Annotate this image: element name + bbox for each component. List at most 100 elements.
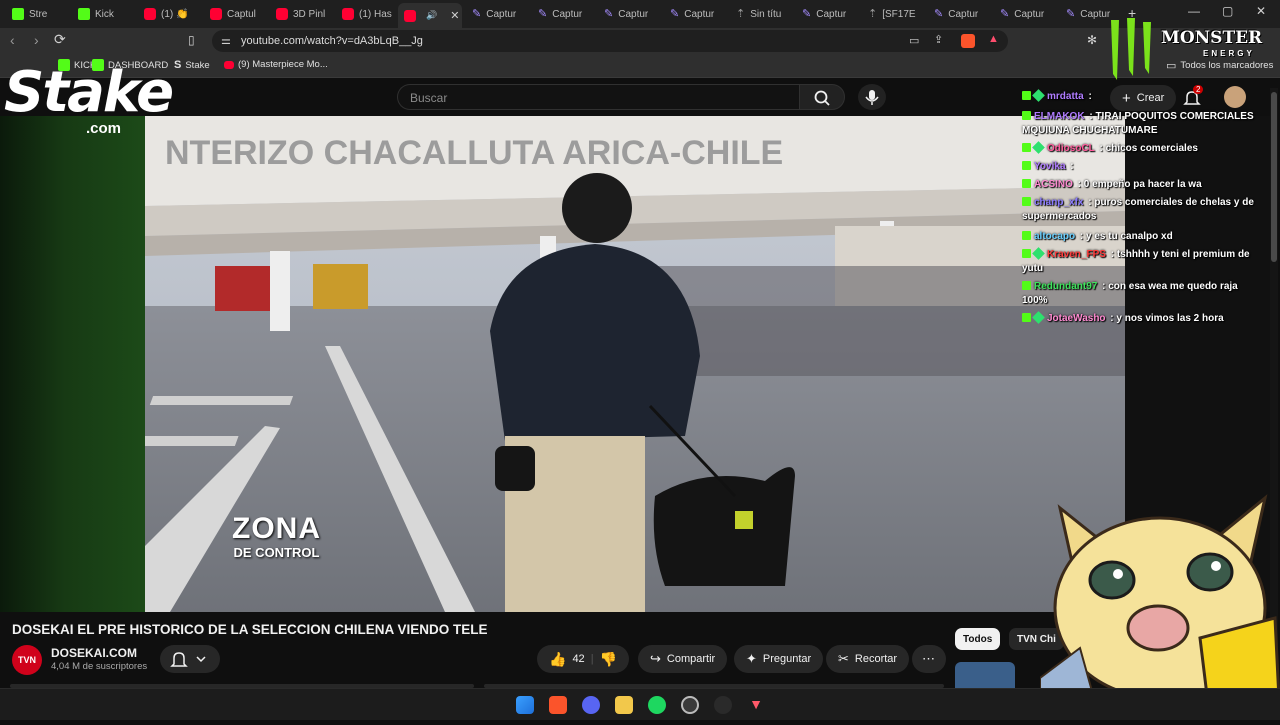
chat-message: JotaeWasho : y nos vimos las 2 hora (1022, 311, 1258, 326)
more-icon: ⋯ (922, 651, 935, 666)
bookmark-label: Stake (185, 59, 210, 71)
chat-separator: : (1085, 91, 1092, 102)
like-button[interactable]: 👍 42 | 👎 (537, 645, 629, 673)
subscription-bell-button[interactable] (160, 645, 220, 673)
brave-rewards-icon[interactable]: ▲ (988, 33, 999, 45)
windows-start-icon[interactable] (516, 696, 534, 714)
browser-toolbar: ‹ › ⟳ ▯ ⚌ youtube.com/watch?v=dA3bLqB__J… (0, 28, 1280, 54)
thumbs-up-icon: 👍 (549, 650, 567, 667)
clip-button[interactable]: ✂ Recortar (826, 645, 910, 673)
chat-username: Kraven_FPS (1047, 249, 1106, 260)
browser-tab[interactable]: ✎ Captur (664, 3, 726, 25)
browser-tab[interactable]: 🔊 ✕ (398, 3, 462, 28)
brave-browser-icon[interactable] (549, 696, 567, 714)
cat-illustration (1039, 494, 1280, 722)
caption-line-2: DE CONTROL (233, 545, 320, 560)
valorant-icon[interactable]: ▼ (747, 696, 765, 714)
caption-line-1: ZONA (232, 512, 321, 545)
chat-username: mrdatta (1047, 91, 1084, 102)
ask-button[interactable]: ✦ Preguntar (734, 645, 824, 673)
chat-separator: : (1067, 161, 1074, 172)
url-text[interactable]: youtube.com/watch?v=dA3bLqB__Jg (241, 35, 423, 47)
browser-tab[interactable]: (1) Has (336, 3, 398, 25)
tab-label: Captur (948, 8, 979, 20)
chat-message: ACSINO : 0 empeño pa hacer la wa (1022, 178, 1258, 192)
tab-label: Captur (618, 8, 649, 20)
site-settings-icon[interactable]: ⚌ (221, 34, 231, 47)
monster-logo: MONSTER ENERGY (1103, 14, 1278, 84)
reload-icon[interactable]: ⟳ (54, 31, 66, 48)
browser-tab[interactable]: ✎ Captur (796, 3, 858, 25)
bookmark-label: (9) Masterpiece Mo... (238, 59, 328, 70)
like-count: 42 (572, 653, 585, 665)
steam-icon[interactable] (681, 696, 699, 714)
cast-icon[interactable]: ▭ (909, 34, 919, 47)
bell-chevron-icon (170, 652, 206, 667)
browser-tab[interactable]: ✎ Captur (994, 3, 1056, 25)
chat-separator: : (1107, 249, 1117, 260)
stake-domain: .com (86, 120, 122, 137)
share-page-icon[interactable]: ⇪ (934, 33, 943, 46)
audio-playing-icon[interactable]: 🔊 (426, 10, 437, 21)
spotify-icon[interactable] (648, 696, 666, 714)
chat-text: y es tu canalpo xd (1086, 231, 1173, 242)
stake-logo: Stake .com (0, 60, 180, 140)
browser-tab[interactable]: 3D Pinl (270, 3, 332, 25)
tab-label: [SF17E (882, 8, 916, 20)
kick-badge-icon (1022, 179, 1031, 188)
brave-shields-icon[interactable] (961, 34, 975, 48)
stake-wordmark: Stake (4, 60, 174, 125)
chip-todos[interactable]: Todos (955, 628, 1001, 650)
browser-tab[interactable]: (1) 👏 (138, 3, 200, 25)
bookmark-page-icon[interactable]: ▯ (188, 33, 195, 47)
share-icon: ↪ (650, 651, 661, 666)
extensions-icon[interactable]: ✻ (1087, 33, 1097, 47)
search-input[interactable]: Buscar (397, 84, 799, 110)
chat-separator: : (1074, 179, 1084, 190)
browser-tab[interactable]: ✎ Captur (928, 3, 990, 25)
monster-claw-icon (1111, 18, 1151, 80)
back-icon[interactable]: ‹ (10, 32, 15, 48)
tab-label: Captur (552, 8, 583, 20)
thumbs-down-icon[interactable]: 👎 (600, 651, 617, 668)
more-actions-button[interactable]: ⋯ (912, 645, 946, 673)
ask-label: Preguntar (762, 653, 812, 665)
tab-label: Sin títu (750, 8, 782, 20)
browser-tab[interactable]: ⇡ [SF17E (862, 3, 924, 25)
chat-message: chanp_xfx : puros comerciales de chelas … (1022, 196, 1258, 224)
chat-username: Redundant97 (1034, 281, 1098, 292)
browser-tab[interactable]: ✎ Captur (466, 3, 528, 25)
youtube-icon (404, 9, 416, 22)
recommended-thumbnail[interactable] (955, 662, 1015, 688)
browser-tab[interactable]: Captul (204, 3, 266, 25)
tab-label: Captur (486, 8, 517, 20)
cat-mascot-overlay (1039, 488, 1280, 722)
browser-tab[interactable]: Kick (72, 3, 134, 25)
search-button[interactable] (799, 84, 845, 110)
bookmark-masterpiece[interactable]: (9) Masterpiece Mo... (224, 59, 328, 70)
scrollbar-thumb[interactable] (1271, 92, 1277, 262)
channel-name[interactable]: DOSEKAI.COM (51, 646, 137, 660)
forward-icon[interactable]: › (34, 32, 39, 48)
obs-icon[interactable] (714, 696, 732, 714)
browser-tab[interactable]: ⇡ Sin títu (730, 3, 792, 25)
voice-search-button[interactable] (858, 84, 886, 110)
share-button[interactable]: ↪ Compartir (638, 645, 728, 673)
channel-avatar[interactable]: TVN (12, 645, 42, 675)
emerald-badge-icon (1032, 311, 1045, 324)
browser-tab[interactable]: ✎ Captur (532, 3, 594, 25)
monster-subtitle: ENERGY (1203, 49, 1255, 58)
capture-icon: ✎ (604, 7, 614, 20)
file-explorer-icon[interactable] (615, 696, 633, 714)
tab-label: Stre (29, 8, 48, 20)
address-bar[interactable]: ⚌ youtube.com/watch?v=dA3bLqB__Jg ▭ ⇪ ▲ (212, 30, 1008, 52)
discord-icon[interactable] (582, 696, 600, 714)
browser-tab[interactable]: Stre (6, 3, 68, 25)
chat-message: Yovika : (1022, 160, 1258, 174)
kick-badge-icon (1022, 91, 1031, 100)
browser-tab[interactable]: ✎ Captur (598, 3, 660, 25)
capture-icon: ✎ (538, 7, 548, 20)
capture-icon: ✎ (934, 7, 944, 20)
close-tab-icon[interactable]: ✕ (450, 9, 459, 22)
kick-badge-icon (1022, 197, 1031, 206)
